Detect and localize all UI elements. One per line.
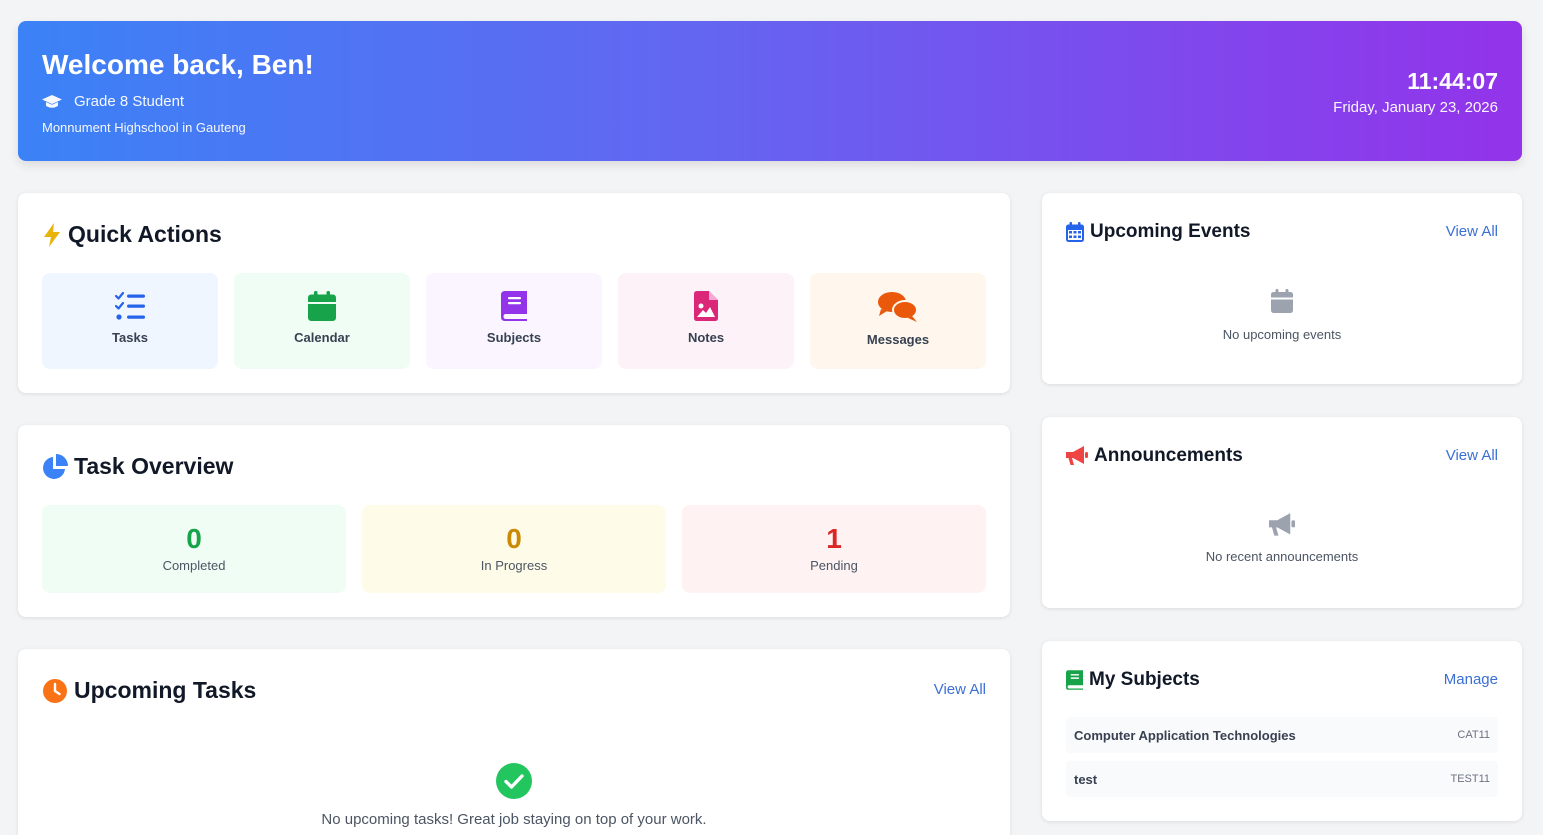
subject-row[interactable]: test TEST11 xyxy=(1066,761,1498,797)
graduation-cap-icon xyxy=(42,94,62,108)
file-image-icon xyxy=(694,291,718,321)
calendar-icon xyxy=(1271,289,1293,313)
quick-action-label: Subjects xyxy=(486,330,542,345)
grade-line: Grade 8 Student xyxy=(42,93,184,110)
quick-action-messages[interactable]: Messages xyxy=(810,273,986,369)
my-subjects-title: My Subjects xyxy=(1089,669,1200,690)
calendar-icon xyxy=(308,291,336,321)
list-check-icon xyxy=(114,291,145,320)
upcoming-events-title: Upcoming Events xyxy=(1090,221,1251,242)
check-circle-icon xyxy=(496,763,532,799)
stat-label: In Progress xyxy=(480,558,548,573)
announcements-title: Announcements xyxy=(1094,445,1243,466)
clock-icon xyxy=(43,678,67,703)
manage-subjects-link[interactable]: Manage xyxy=(1444,671,1498,688)
stat-label: Completed xyxy=(162,558,226,573)
view-all-events-link[interactable]: View All xyxy=(1446,223,1498,240)
quick-action-label: Tasks xyxy=(112,330,148,345)
bolt-icon xyxy=(44,222,60,247)
quick-actions-header: Quick Actions xyxy=(42,221,222,248)
bullhorn-icon xyxy=(1269,513,1295,536)
book-icon xyxy=(501,291,527,321)
welcome-banner: Welcome back, Ben! Grade 8 Student Monnu… xyxy=(18,21,1522,161)
quick-action-subjects[interactable]: Subjects xyxy=(426,273,602,369)
quick-action-calendar[interactable]: Calendar xyxy=(234,273,410,369)
my-subjects-card: My Subjects Manage Computer Application … xyxy=(1042,641,1522,821)
stat-value: 0 xyxy=(186,523,202,554)
announcements-empty-state: No recent announcements xyxy=(1042,513,1522,564)
school-name: Monnument Highschool in Gauteng xyxy=(42,120,246,135)
quick-action-notes[interactable]: Notes xyxy=(618,273,794,369)
subject-name: test xyxy=(1074,771,1098,787)
upcoming-tasks-header: Upcoming Tasks xyxy=(42,677,256,704)
announcements-empty-text: No recent announcements xyxy=(1205,549,1359,564)
announcements-card: Announcements View All No recent announc… xyxy=(1042,417,1522,608)
stat-value: 1 xyxy=(826,523,842,554)
announcements-header: Announcements xyxy=(1066,445,1243,467)
stat-value: 0 xyxy=(506,523,522,554)
task-overview-header: Task Overview xyxy=(42,453,233,480)
stat-pending: 1 Pending xyxy=(682,505,986,593)
subject-code: CAT11 xyxy=(1457,729,1490,741)
book-icon xyxy=(1066,670,1083,690)
task-overview-card: Task Overview 0 Completed 0 In Progress … xyxy=(18,425,1010,617)
tasks-empty-state: No upcoming tasks! Great job staying on … xyxy=(18,763,1010,828)
quick-action-label: Messages xyxy=(866,332,930,347)
subject-code: TEST11 xyxy=(1450,773,1490,785)
view-all-tasks-link[interactable]: View All xyxy=(934,681,986,698)
upcoming-events-header: Upcoming Events xyxy=(1066,221,1250,243)
calendar-days-icon xyxy=(1066,222,1084,242)
quick-action-label: Notes xyxy=(687,330,725,345)
stat-in-progress: 0 In Progress xyxy=(362,505,666,593)
events-empty-text: No upcoming events xyxy=(1222,327,1342,342)
upcoming-tasks-title: Upcoming Tasks xyxy=(74,677,257,703)
stat-completed: 0 Completed xyxy=(42,505,346,593)
task-overview-title: Task Overview xyxy=(74,453,234,479)
bullhorn-icon xyxy=(1066,446,1088,465)
tasks-empty-text: No upcoming tasks! Great job staying on … xyxy=(321,811,707,828)
quick-actions-card: Quick Actions Tasks Calendar Subjects No… xyxy=(18,193,1010,393)
quick-actions-title: Quick Actions xyxy=(68,221,222,247)
upcoming-events-card: Upcoming Events View All No upcoming eve… xyxy=(1042,193,1522,384)
stat-label: Pending xyxy=(810,558,858,573)
subject-row[interactable]: Computer Application Technologies CAT11 xyxy=(1066,717,1498,753)
upcoming-tasks-card: Upcoming Tasks View All No upcoming task… xyxy=(18,649,1010,835)
pie-chart-icon xyxy=(43,453,68,479)
grade-label: Grade 8 Student xyxy=(74,93,185,110)
events-empty-state: No upcoming events xyxy=(1042,289,1522,342)
view-all-announcements-link[interactable]: View All xyxy=(1446,447,1498,464)
my-subjects-header: My Subjects xyxy=(1066,669,1200,691)
subject-name: Computer Application Technologies xyxy=(1074,727,1296,743)
clock-date: Friday, January 23, 2026 xyxy=(1333,99,1498,116)
welcome-title: Welcome back, Ben! xyxy=(42,49,314,80)
quick-action-label: Calendar xyxy=(294,330,350,345)
clock-time: 11:44:07 xyxy=(1407,68,1498,94)
comments-icon xyxy=(878,292,918,322)
quick-action-tasks[interactable]: Tasks xyxy=(42,273,218,369)
